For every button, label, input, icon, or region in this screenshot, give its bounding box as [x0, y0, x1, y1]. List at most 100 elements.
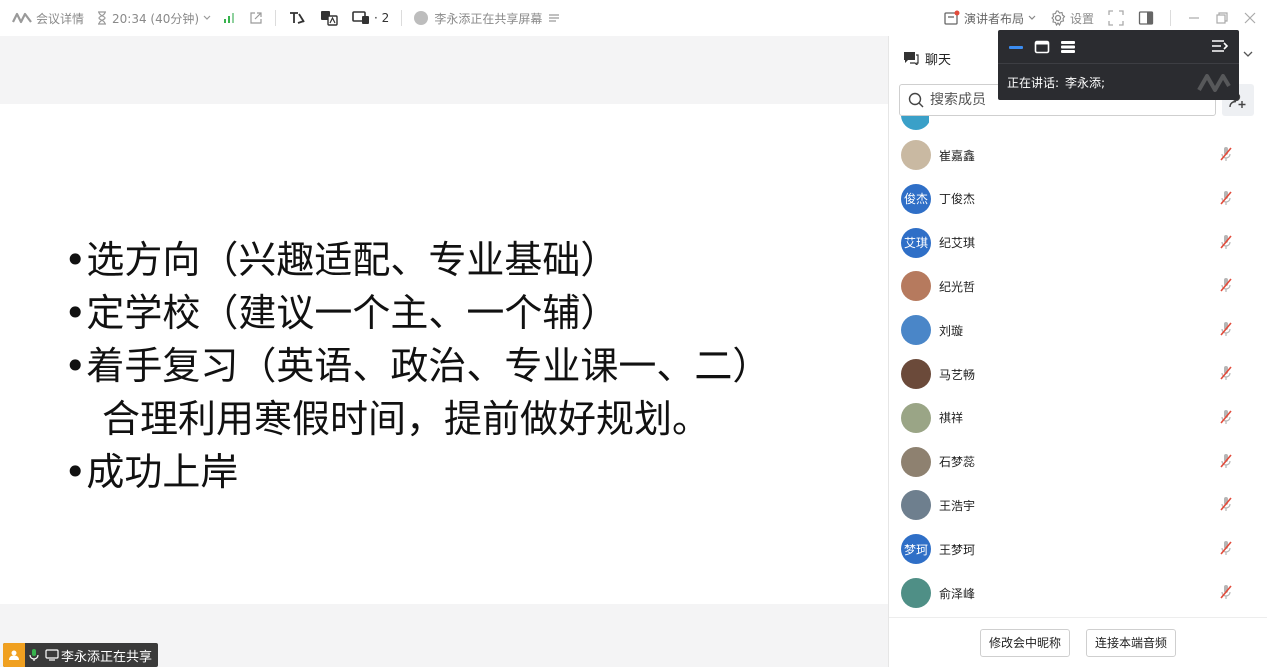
muted-microphone-icon[interactable]	[1219, 584, 1233, 600]
member-row[interactable]: 梦珂 王梦珂	[889, 527, 1267, 571]
watermark-logo-icon	[1197, 72, 1231, 92]
avatar	[901, 140, 931, 170]
muted-microphone-icon[interactable]	[1219, 277, 1233, 293]
avatar: 艾琪	[901, 227, 931, 258]
tencent-meeting-logo-icon	[12, 12, 32, 24]
window-view-icon[interactable]	[1034, 40, 1050, 54]
muted-microphone-icon[interactable]	[1219, 365, 1233, 381]
chat-icon	[903, 51, 919, 65]
chevron-down-icon[interactable]	[1243, 50, 1253, 58]
menu-lines-icon	[548, 13, 560, 23]
member-name: 纪艾琪	[939, 236, 976, 251]
speaking-label: 正在讲话:	[1007, 75, 1060, 90]
member-name: 祺祥	[939, 411, 964, 426]
meeting-time: 20:34 (40分钟)	[112, 11, 200, 26]
divider	[401, 10, 403, 26]
shared-screens-count: · 2	[374, 11, 390, 25]
current-speaker-name: 李永添;	[1065, 75, 1106, 90]
divider	[1170, 10, 1171, 26]
screen-icon	[352, 11, 370, 25]
member-row[interactable]: 俊杰 丁俊杰	[889, 177, 1267, 221]
muted-microphone-icon[interactable]	[1219, 409, 1233, 425]
member-row[interactable]: 纪光哲	[889, 264, 1267, 308]
member-name: 丁俊杰	[939, 192, 976, 207]
layout-selector[interactable]: 演讲者布局	[944, 10, 1036, 27]
hourglass-icon	[96, 11, 108, 25]
member-name: 刘璇	[939, 323, 964, 338]
microphone-icon	[25, 648, 43, 662]
sharing-status-chip[interactable]: 李永添正在共享	[3, 643, 159, 667]
member-row[interactable]: 刘璇	[889, 308, 1267, 352]
member-row[interactable]: 王浩宇	[889, 483, 1267, 527]
meeting-details-label: 会议详情	[36, 11, 85, 26]
muted-microphone-icon[interactable]	[1219, 234, 1233, 250]
member-name: 纪光哲	[939, 279, 976, 294]
shared-screen-area: •选方向（兴趣适配、专业基础） •定学校（建议一个主、一个辅） •着手复习（英语…	[0, 36, 888, 667]
member-row[interactable]: 崔嘉鑫	[889, 133, 1267, 177]
external-window-icon[interactable]	[249, 11, 263, 25]
member-row[interactable]: 石梦蕊	[889, 440, 1267, 484]
chat-tab-label[interactable]: 聊天	[925, 49, 951, 68]
avatar	[901, 359, 931, 389]
shared-screens-button[interactable]: · 2	[352, 11, 389, 25]
members-panel: 聊天 崔嘉鑫俊杰丁俊杰艾琪纪艾琪纪光哲刘璇马艺畅祺祥石梦蕊王浩宇梦珂王梦珂俞泽峰…	[888, 36, 1267, 667]
member-row[interactable]: 马艺畅	[889, 352, 1267, 396]
minimize-icon[interactable]	[1187, 11, 1201, 25]
screen-share-icon	[43, 649, 61, 661]
panel-footer: 修改会中昵称 连接本端音频	[889, 617, 1267, 667]
avatar	[901, 315, 931, 346]
chevron-down-icon	[203, 15, 211, 21]
chevron-down-icon	[1028, 15, 1036, 21]
avatar	[901, 116, 929, 130]
muted-microphone-icon[interactable]	[1219, 146, 1233, 162]
member-name: 俞泽峰	[939, 586, 976, 601]
slide-content: •选方向（兴趣适配、专业基础） •定学校（建议一个主、一个辅） •着手复习（英语…	[64, 234, 770, 499]
signal-strength-icon[interactable]	[223, 12, 235, 24]
gear-icon	[1050, 10, 1066, 26]
muted-microphone-icon[interactable]	[1219, 190, 1233, 206]
slide-line: •着手复习（英语、政治、专业课一、二）	[64, 344, 771, 388]
translate-icon[interactable]	[320, 10, 338, 26]
muted-microphone-icon[interactable]	[1219, 496, 1233, 512]
avatar	[901, 490, 931, 521]
close-icon[interactable]	[1243, 11, 1257, 25]
side-panel-toggle-icon[interactable]	[1138, 10, 1154, 26]
restore-icon[interactable]	[1215, 11, 1229, 25]
muted-microphone-icon[interactable]	[1219, 540, 1233, 556]
slide-line: •定学校（建议一个主、一个辅）	[64, 291, 619, 335]
muted-microphone-icon[interactable]	[1219, 321, 1233, 337]
avatar	[901, 578, 931, 608]
presentation-slide: •选方向（兴趣适配、专业基础） •定学校（建议一个主、一个辅） •着手复习（英语…	[0, 104, 888, 604]
member-row[interactable]: 祺祥	[889, 396, 1267, 440]
speaker-popup: 正在讲话: 李永添;	[998, 30, 1239, 100]
collapse-panel-icon[interactable]	[1211, 38, 1229, 54]
settings-button[interactable]: 设置	[1050, 10, 1094, 27]
rename-button[interactable]: 修改会中昵称	[979, 628, 1070, 657]
settings-label: 设置	[1069, 11, 1094, 26]
partially-visible-member	[901, 116, 929, 130]
avatar	[901, 446, 931, 477]
connect-audio-button[interactable]: 连接本端音频	[1086, 628, 1177, 657]
minimal-view-icon[interactable]	[1008, 41, 1024, 53]
speaker-popup-toolbar	[998, 30, 1239, 64]
avatar	[901, 402, 931, 433]
member-name: 王梦珂	[939, 542, 976, 557]
slide-line: •成功上岸	[64, 450, 239, 494]
meeting-timer[interactable]: 20:34 (40分钟)	[96, 10, 211, 27]
member-name: 崔嘉鑫	[939, 148, 976, 163]
sharing-indicator[interactable]: 李永添正在共享屏幕	[414, 10, 560, 27]
fullscreen-icon[interactable]	[1108, 10, 1124, 26]
member-name: 王浩宇	[939, 498, 976, 513]
annotation-icon[interactable]	[288, 10, 306, 26]
avatar	[901, 271, 931, 302]
avatar: 俊杰	[901, 183, 931, 214]
slide-line: 合理利用寒假时间，提前做好规划。	[102, 397, 711, 441]
user-icon	[3, 643, 25, 667]
sharing-chip-text: 李永添正在共享	[61, 649, 153, 665]
meeting-details-button[interactable]: 会议详情	[12, 10, 84, 27]
member-row[interactable]: 艾琪 纪艾琪	[889, 221, 1267, 265]
muted-microphone-icon[interactable]	[1219, 453, 1233, 469]
member-row[interactable]: 俞泽峰	[889, 571, 1267, 615]
member-list: 崔嘉鑫 俊杰 丁俊杰 艾琪 纪艾琪 纪光哲 刘璇 马艺畅 祺祥 石梦蕊 王浩宇 梦珂 王梦珂 俞泽峰	[889, 116, 1267, 616]
list-view-icon[interactable]	[1060, 40, 1076, 54]
